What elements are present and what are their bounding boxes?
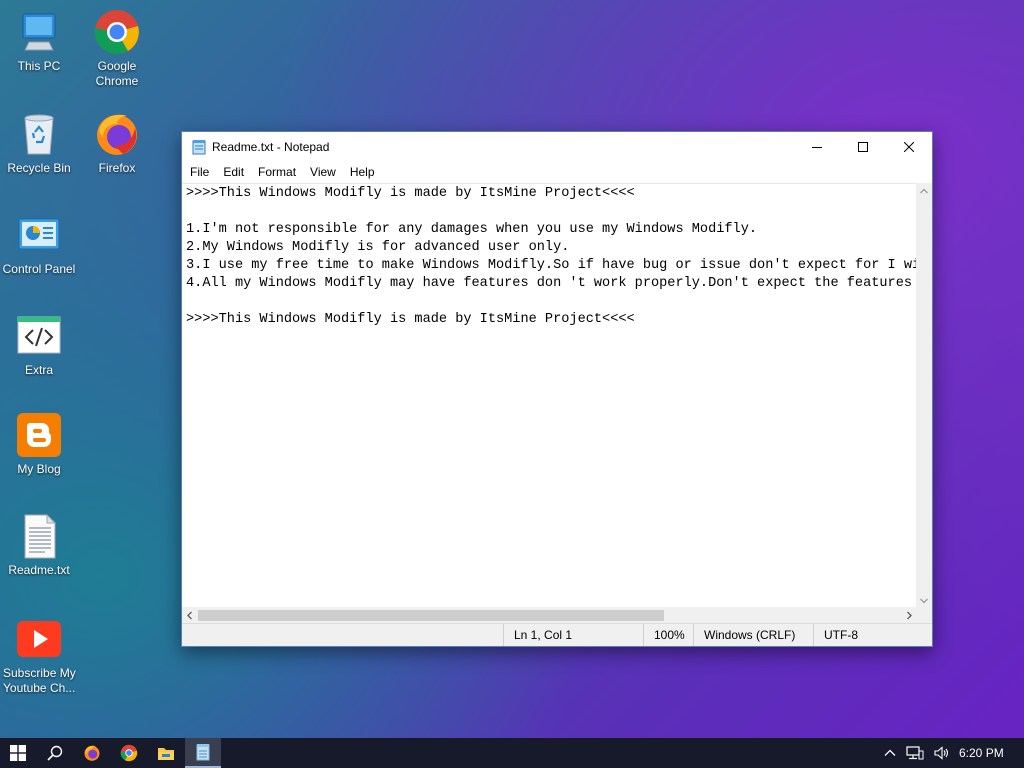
desktop-icon-this-pc[interactable]: This PC (1, 8, 77, 74)
desktop-icon-extra[interactable]: Extra (1, 312, 77, 378)
status-encoding: UTF-8 (813, 624, 933, 646)
desktop-icon-readme[interactable]: Readme.txt (1, 512, 77, 578)
window-title: Readme.txt - Notepad (212, 139, 330, 154)
firefox-icon (84, 745, 100, 761)
desktop-icon-label: Firefox (98, 161, 136, 175)
desktop-icon-label: Recycle Bin (7, 161, 71, 175)
desktop-icon-label: Subscribe My Youtube Ch... (3, 666, 76, 695)
search-icon (47, 745, 63, 761)
taskbar-file-explorer[interactable] (148, 738, 184, 768)
menu-view[interactable]: View (303, 162, 343, 182)
blogger-icon (15, 411, 63, 459)
desktop-icon-label: Google Chrome (95, 59, 139, 88)
notepad-icon (192, 139, 206, 155)
taskbar-chrome[interactable] (111, 738, 147, 768)
desktop-icon-label: Readme.txt (8, 563, 70, 577)
status-position: Ln 1, Col 1 (503, 624, 643, 646)
start-button[interactable] (0, 738, 36, 768)
text-editor[interactable]: >>>>This Windows Modifly is made by ItsM… (182, 183, 917, 610)
desktop-icon-my-blog[interactable]: My Blog (1, 411, 77, 477)
minimize-button[interactable] (794, 132, 840, 161)
title-bar[interactable]: Readme.txt - Notepad (182, 132, 932, 161)
desktop-icon-label: My Blog (17, 462, 61, 476)
taskbar: 6:20 PM (0, 738, 1024, 768)
vertical-scrollbar[interactable] (916, 183, 932, 609)
minimize-icon (812, 146, 822, 148)
chevron-up-icon[interactable] (884, 747, 896, 759)
windows-logo-icon (10, 745, 26, 761)
editor-content[interactable]: >>>>This Windows Modifly is made by ItsM… (182, 184, 917, 330)
taskbar-firefox[interactable] (74, 738, 110, 768)
desktop-icon-label: This PC (17, 59, 61, 73)
status-bar: Ln 1, Col 1 100% Windows (CRLF) UTF-8 (182, 623, 932, 646)
desktop-icon-label: Extra (24, 363, 53, 377)
desktop-icon-youtube[interactable]: Subscribe My Youtube Ch... (1, 615, 77, 696)
maximize-icon (858, 141, 868, 152)
code-icon (15, 312, 63, 360)
notepad-icon (196, 744, 210, 761)
text-file-icon (15, 512, 63, 560)
chrome-icon (93, 8, 141, 56)
menu-help[interactable]: Help (343, 162, 382, 182)
volume-icon[interactable] (934, 746, 950, 760)
close-button[interactable] (886, 132, 932, 161)
menu-edit[interactable]: Edit (216, 162, 251, 182)
menu-bar: File Edit Format View Help (182, 161, 932, 183)
firefox-icon (93, 110, 141, 158)
scroll-up-icon[interactable] (916, 183, 932, 199)
recycle-bin-icon (15, 110, 63, 158)
clock[interactable]: 6:20 PM (959, 738, 1004, 768)
horizontal-scrollbar[interactable] (182, 607, 917, 624)
desktop-icon-control-panel[interactable]: Control Panel (1, 211, 77, 277)
status-zoom: 100% (643, 624, 693, 646)
maximize-button[interactable] (840, 132, 886, 161)
scroll-right-icon[interactable] (901, 607, 917, 624)
chrome-icon (120, 744, 138, 762)
desktop-icon-firefox[interactable]: Firefox (79, 110, 155, 176)
desktop-icon-label: Control Panel (2, 262, 76, 276)
taskbar-search-button[interactable] (37, 738, 73, 768)
youtube-icon (15, 615, 63, 663)
menu-format[interactable]: Format (251, 162, 303, 182)
desktop-icon-recycle-bin[interactable]: Recycle Bin (1, 110, 77, 176)
notepad-window: Readme.txt - Notepad File Edit Format Vi… (181, 131, 933, 647)
status-line-ending: Windows (CRLF) (693, 624, 813, 646)
taskbar-notepad[interactable] (185, 738, 221, 768)
control-panel-icon (15, 211, 63, 259)
network-icon[interactable] (906, 746, 924, 760)
scroll-left-icon[interactable] (182, 607, 198, 624)
folder-icon (158, 748, 174, 760)
desktop-icon-google-chrome[interactable]: Google Chrome (79, 8, 155, 89)
computer-icon (15, 8, 63, 56)
close-icon (904, 141, 914, 152)
horizontal-scroll-thumb[interactable] (198, 610, 664, 621)
menu-file[interactable]: File (183, 162, 216, 182)
scrollbar-corner (916, 607, 932, 624)
